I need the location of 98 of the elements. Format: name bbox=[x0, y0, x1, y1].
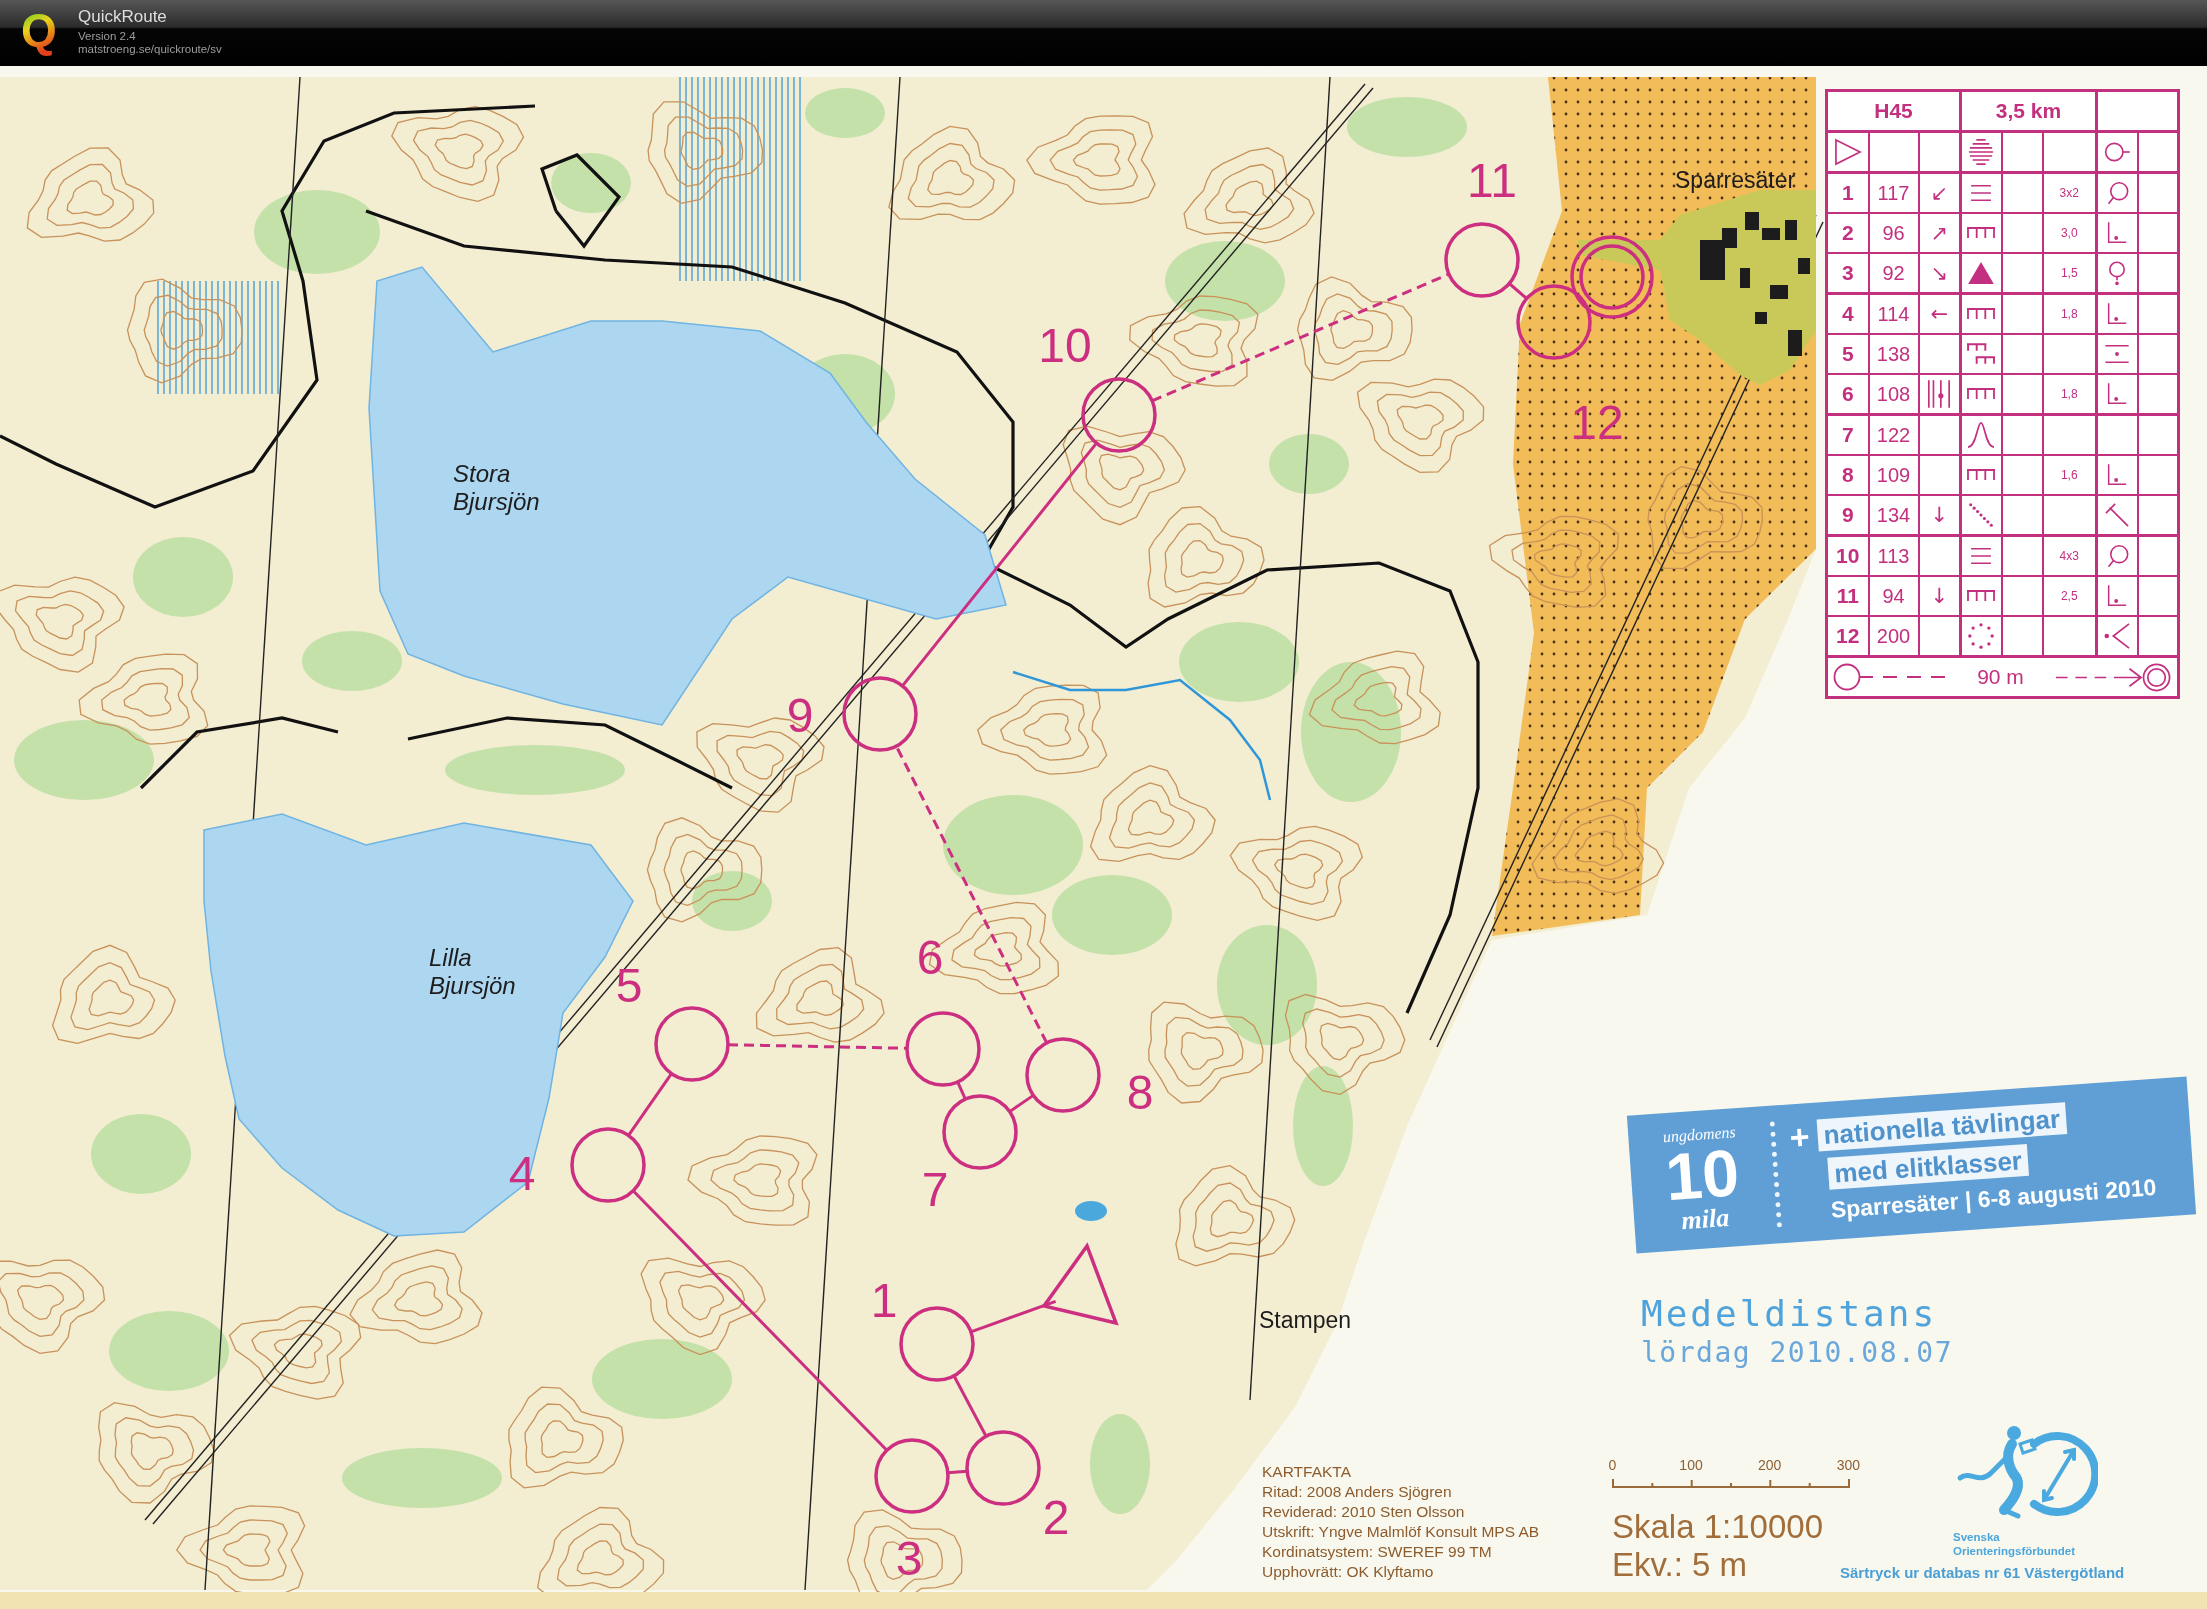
control-number: 9 bbox=[786, 688, 814, 742]
app-title: QuickRoute bbox=[78, 6, 167, 27]
corner-dot-icon bbox=[2107, 463, 2128, 487]
table-cell: 113 bbox=[1868, 535, 1919, 576]
federation-name: Svenska bbox=[1953, 1530, 2000, 1544]
comb-icon bbox=[1966, 227, 1997, 239]
control-number: 4 bbox=[508, 1146, 536, 1200]
table-cell: 2 bbox=[1826, 213, 1869, 253]
comb-icon bbox=[1966, 388, 1997, 400]
table-cell: 4 bbox=[1826, 293, 1869, 334]
table-cell: 10 bbox=[1826, 535, 1869, 576]
plus-sign: + bbox=[1788, 1119, 1811, 1155]
control-number: 3 bbox=[895, 1531, 923, 1585]
table-cell: 200 bbox=[1868, 616, 1919, 657]
circle-dot-icon bbox=[2108, 260, 2127, 286]
place-label: Sparresäter bbox=[1675, 166, 1796, 194]
map-info-line: Kordinatsystem: SWEREF 99 TM bbox=[1262, 1542, 1492, 1562]
bell-curve-icon bbox=[1967, 422, 1996, 448]
table-cell: 109 bbox=[1868, 455, 1919, 495]
reprint-note: Särtryck ur databas nr 61 Västergötland bbox=[1840, 1564, 2125, 1582]
table-cell: 138 bbox=[1868, 334, 1919, 374]
control-number: 5 bbox=[615, 958, 643, 1012]
table-cell: 94 bbox=[1868, 576, 1919, 616]
bars-dot-icon bbox=[1927, 379, 1952, 409]
control-number: 12 bbox=[1570, 395, 1624, 449]
circle-tail-icon bbox=[2104, 142, 2131, 162]
course-length: 3,5 km bbox=[1960, 90, 2097, 132]
federation-name: Orienteringsförbundet bbox=[1953, 1544, 2076, 1558]
table-cell: 5 bbox=[1826, 334, 1869, 374]
start-triangle-icon bbox=[1834, 139, 1861, 165]
finish-arrow-icon bbox=[2056, 662, 2172, 692]
table-cell: 3 bbox=[1826, 253, 1869, 294]
dotted-line-icon bbox=[1969, 503, 1994, 527]
table-cell: 6 bbox=[1826, 374, 1869, 415]
event-date: lördag 2010.08.07 bbox=[1641, 1336, 1954, 1370]
scale-label: 200 bbox=[1757, 1456, 1783, 1474]
logo-tagline: ungdomens bbox=[1662, 1123, 1737, 1147]
contour-interval: Ekv.: 5 m bbox=[1612, 1546, 1748, 1584]
table-cell: 9 bbox=[1826, 495, 1869, 536]
dot-between-lines-icon bbox=[2103, 344, 2132, 364]
scale-label: 0 bbox=[1607, 1456, 1618, 1474]
lake-label: Stora Bjursjön bbox=[453, 460, 540, 516]
control-number: 10 bbox=[1038, 318, 1092, 372]
three-lines-icon bbox=[1970, 547, 1993, 565]
banner-headline: nationella tävlingar bbox=[1816, 1102, 2068, 1152]
comb-icon bbox=[1966, 308, 1997, 320]
table-cell: 96 bbox=[1868, 213, 1919, 253]
control-number: 6 bbox=[916, 930, 944, 984]
dot-angle-icon bbox=[2104, 623, 2131, 649]
three-lines-icon bbox=[1970, 184, 1993, 202]
map-info-line: Utskrift: Yngve Malmlöf Konsult MPS AB bbox=[1262, 1522, 1540, 1542]
table-cell: 12 bbox=[1826, 616, 1869, 657]
control-number: 2 bbox=[1042, 1490, 1070, 1544]
table-cell: 7 bbox=[1826, 414, 1869, 455]
comb-icon bbox=[1966, 590, 1997, 602]
filled-triangle-icon bbox=[1968, 262, 1995, 284]
banner-headline: med elitklasser bbox=[1827, 1143, 2029, 1190]
dotted-ring-icon bbox=[1968, 623, 1995, 649]
control-number: 8 bbox=[1126, 1065, 1154, 1119]
control-number: 11 bbox=[1467, 153, 1517, 207]
corner-dot-icon bbox=[2107, 382, 2128, 406]
comb-icon bbox=[1966, 469, 1997, 481]
table-cell: 114 bbox=[1868, 293, 1919, 334]
app-version: Version 2.4 bbox=[78, 30, 136, 43]
table-cell: 122 bbox=[1868, 414, 1919, 455]
map-info-line: Upphovrätt: OK Klyftamo bbox=[1262, 1562, 1434, 1582]
table-cell: 11 bbox=[1826, 576, 1869, 616]
table-cell: 117 bbox=[1868, 172, 1919, 213]
pond bbox=[1075, 1201, 1107, 1221]
circle-dashed-line-icon bbox=[1833, 663, 1945, 691]
app-url: matstroeng.se/quickroute/sv bbox=[78, 43, 222, 56]
logo-word: mila bbox=[1680, 1203, 1731, 1236]
map-info-heading: KARTFAKTA bbox=[1262, 1462, 1351, 1482]
scale-label: 300 bbox=[1835, 1456, 1862, 1474]
table-cell: 92 bbox=[1868, 253, 1919, 294]
table-cell: 108 bbox=[1868, 374, 1919, 415]
app-logo: Q bbox=[19, 2, 59, 58]
table-cell: 8 bbox=[1826, 455, 1869, 495]
map-scale: Skala 1:10000 bbox=[1612, 1508, 1823, 1546]
place-label: Stampen bbox=[1259, 1306, 1352, 1334]
stripes-icon bbox=[1968, 139, 1995, 165]
angle-icon bbox=[2105, 503, 2130, 527]
circle-tail-icon bbox=[2105, 181, 2130, 205]
corner-dot-icon bbox=[2107, 302, 2128, 326]
control-number: 7 bbox=[921, 1162, 949, 1216]
corner-dot-icon bbox=[2107, 221, 2128, 245]
event-title: Medeldistans bbox=[1641, 1292, 1938, 1336]
corner-dot-icon bbox=[2107, 584, 2128, 608]
table-cell: 134 bbox=[1868, 495, 1919, 536]
leg-distance: 90 m bbox=[1977, 666, 2024, 688]
circle-tail-icon bbox=[2105, 544, 2130, 568]
double-comb-icon bbox=[1967, 343, 1996, 365]
map-info-line: Ritad: 2008 Anders Sjögren bbox=[1262, 1482, 1452, 1502]
lake-label: Lilla Bjursjön bbox=[429, 944, 516, 1000]
control-number: 1 bbox=[870, 1273, 898, 1327]
scale-label: 100 bbox=[1678, 1456, 1704, 1474]
map-info-line: Reviderad: 2010 Sten Olsson bbox=[1262, 1502, 1465, 1522]
table-cell: 1 bbox=[1826, 172, 1869, 213]
